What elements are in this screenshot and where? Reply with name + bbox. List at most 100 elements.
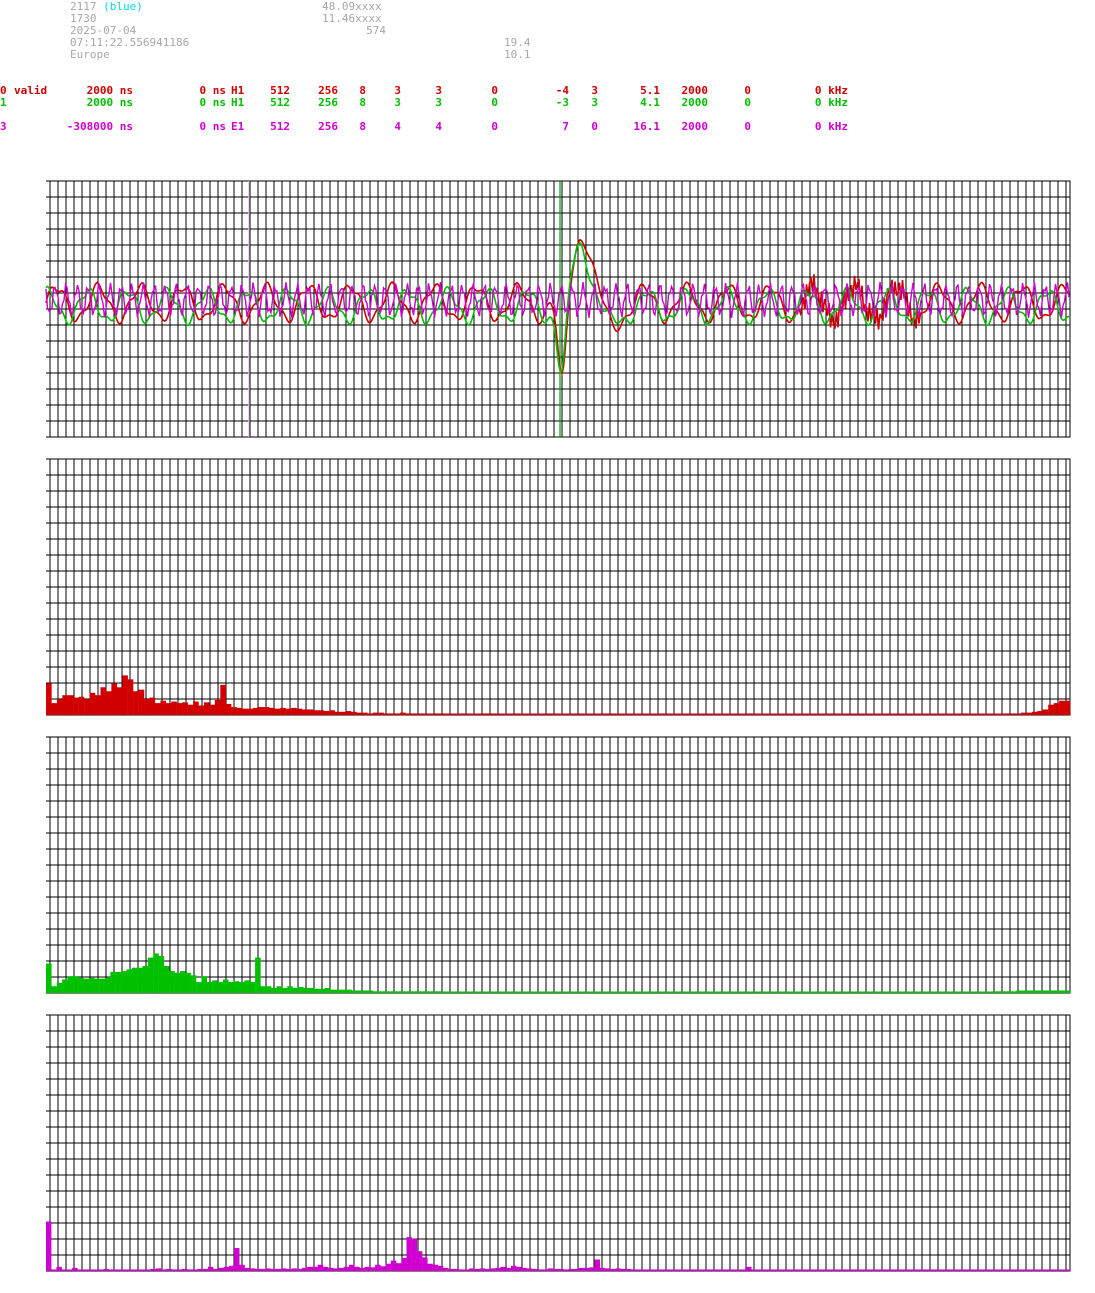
bar-3-100 xyxy=(568,1268,574,1271)
bar-1-121 xyxy=(705,713,711,715)
bar-1-15 xyxy=(127,679,134,715)
bar-2-93 xyxy=(544,991,551,993)
bar-3-73 xyxy=(427,1263,433,1271)
bar-2-98 xyxy=(571,991,577,993)
bar-3-126 xyxy=(704,1269,710,1271)
bar-2-77 xyxy=(458,991,465,993)
bar-2-25 xyxy=(180,971,186,993)
bar-3-74 xyxy=(432,1264,439,1271)
bar-2-67 xyxy=(405,991,411,993)
bar-2-75 xyxy=(448,991,454,993)
bar-3-44 xyxy=(275,1268,282,1271)
bar-3-87 xyxy=(500,1266,506,1271)
bar-2-51 xyxy=(319,988,325,993)
bar-2-156 xyxy=(882,991,888,993)
bar-2-135 xyxy=(769,991,776,993)
bar-3-66 xyxy=(390,1260,397,1271)
bar-2-154 xyxy=(871,991,878,993)
bar-1-25 xyxy=(182,702,188,715)
bar-2-130 xyxy=(742,991,749,993)
bar-1-104 xyxy=(612,713,619,715)
bar-1-58 xyxy=(361,712,368,715)
bar-3-182 xyxy=(996,1269,1003,1271)
bar-3-4 xyxy=(66,1269,73,1271)
bar-2-64 xyxy=(389,991,395,993)
bar-1-155 xyxy=(890,713,896,715)
bar-1-79 xyxy=(476,713,482,715)
bar-3-134 xyxy=(746,1266,752,1271)
bar-1-20 xyxy=(154,703,161,715)
bar-3-19 xyxy=(145,1269,151,1271)
bar-3-31 xyxy=(207,1266,214,1271)
bar-3-2 xyxy=(56,1266,62,1271)
bar-3-128 xyxy=(714,1269,721,1271)
bar-2-12 xyxy=(110,971,116,993)
bar-2-5 xyxy=(72,976,79,993)
bar-2-165 xyxy=(930,991,937,993)
bar-1-43 xyxy=(280,707,286,715)
bar-1-129 xyxy=(748,713,755,715)
bar-2-92 xyxy=(539,991,545,993)
bar-3-58 xyxy=(349,1264,355,1271)
bar-2-120 xyxy=(689,991,695,993)
bar-3-164 xyxy=(902,1269,909,1271)
bar-3-154 xyxy=(850,1269,856,1271)
bar-3-20 xyxy=(150,1268,156,1271)
bar-3-179 xyxy=(981,1269,987,1271)
bar-1-18 xyxy=(144,699,150,715)
bar-2-72 xyxy=(432,991,438,993)
bar-3-122 xyxy=(683,1269,689,1271)
bar-1-178 xyxy=(1015,713,1022,715)
bar-3-152 xyxy=(840,1269,846,1271)
bar-2-131 xyxy=(748,991,754,993)
bar-2-146 xyxy=(828,991,835,993)
bar-3-103 xyxy=(584,1267,590,1271)
bar-3-142 xyxy=(787,1269,794,1271)
bar-1-99 xyxy=(585,713,591,715)
bar-2-14 xyxy=(121,971,127,993)
bar-1-9 xyxy=(95,695,101,715)
bar-3-81 xyxy=(469,1268,475,1271)
bar-2-1 xyxy=(51,986,57,993)
bar-3-172 xyxy=(944,1269,951,1271)
bar-1-157 xyxy=(901,713,907,715)
bar-1-63 xyxy=(389,713,395,715)
bar-2-62 xyxy=(378,991,384,993)
bar-2-178 xyxy=(1000,991,1006,993)
bar-1-168 xyxy=(961,713,967,715)
bar-2-114 xyxy=(657,991,663,993)
bar-1-12 xyxy=(111,683,118,715)
bar-2-29 xyxy=(201,976,208,993)
bar-3-70 xyxy=(411,1238,418,1271)
bar-3-181 xyxy=(991,1269,998,1271)
bar-2-185 xyxy=(1037,990,1044,993)
bar-1-40 xyxy=(263,707,270,715)
bar-3-9 xyxy=(93,1269,99,1271)
bar-3-114 xyxy=(641,1269,648,1271)
bar-3-54 xyxy=(328,1267,334,1271)
bar-1-61 xyxy=(378,712,384,715)
bar-1-56 xyxy=(351,711,357,715)
bar-3-143 xyxy=(793,1269,799,1271)
bar-1-108 xyxy=(634,713,640,715)
bar-1-116 xyxy=(677,713,684,715)
bar-1-70 xyxy=(427,713,433,715)
bar-2-42 xyxy=(271,987,277,993)
bar-3-194 xyxy=(1059,1269,1065,1271)
bar-3-65 xyxy=(385,1263,392,1271)
bar-2-59 xyxy=(362,990,368,993)
bar-3-176 xyxy=(965,1269,971,1271)
bar-1-57 xyxy=(356,712,363,715)
bar-1-136 xyxy=(786,713,793,715)
bar-1-76 xyxy=(459,713,466,715)
bar-1-102 xyxy=(601,713,608,715)
bar-2-20 xyxy=(153,953,159,993)
bar-1-13 xyxy=(116,687,123,715)
bar-3-28 xyxy=(192,1269,198,1271)
bar-1-138 xyxy=(797,713,804,715)
bar-2-45 xyxy=(287,986,293,993)
bar-1-123 xyxy=(715,713,722,715)
bar-2-112 xyxy=(646,991,653,993)
bar-1-176 xyxy=(1004,713,1011,715)
bar-2-37 xyxy=(244,980,250,993)
